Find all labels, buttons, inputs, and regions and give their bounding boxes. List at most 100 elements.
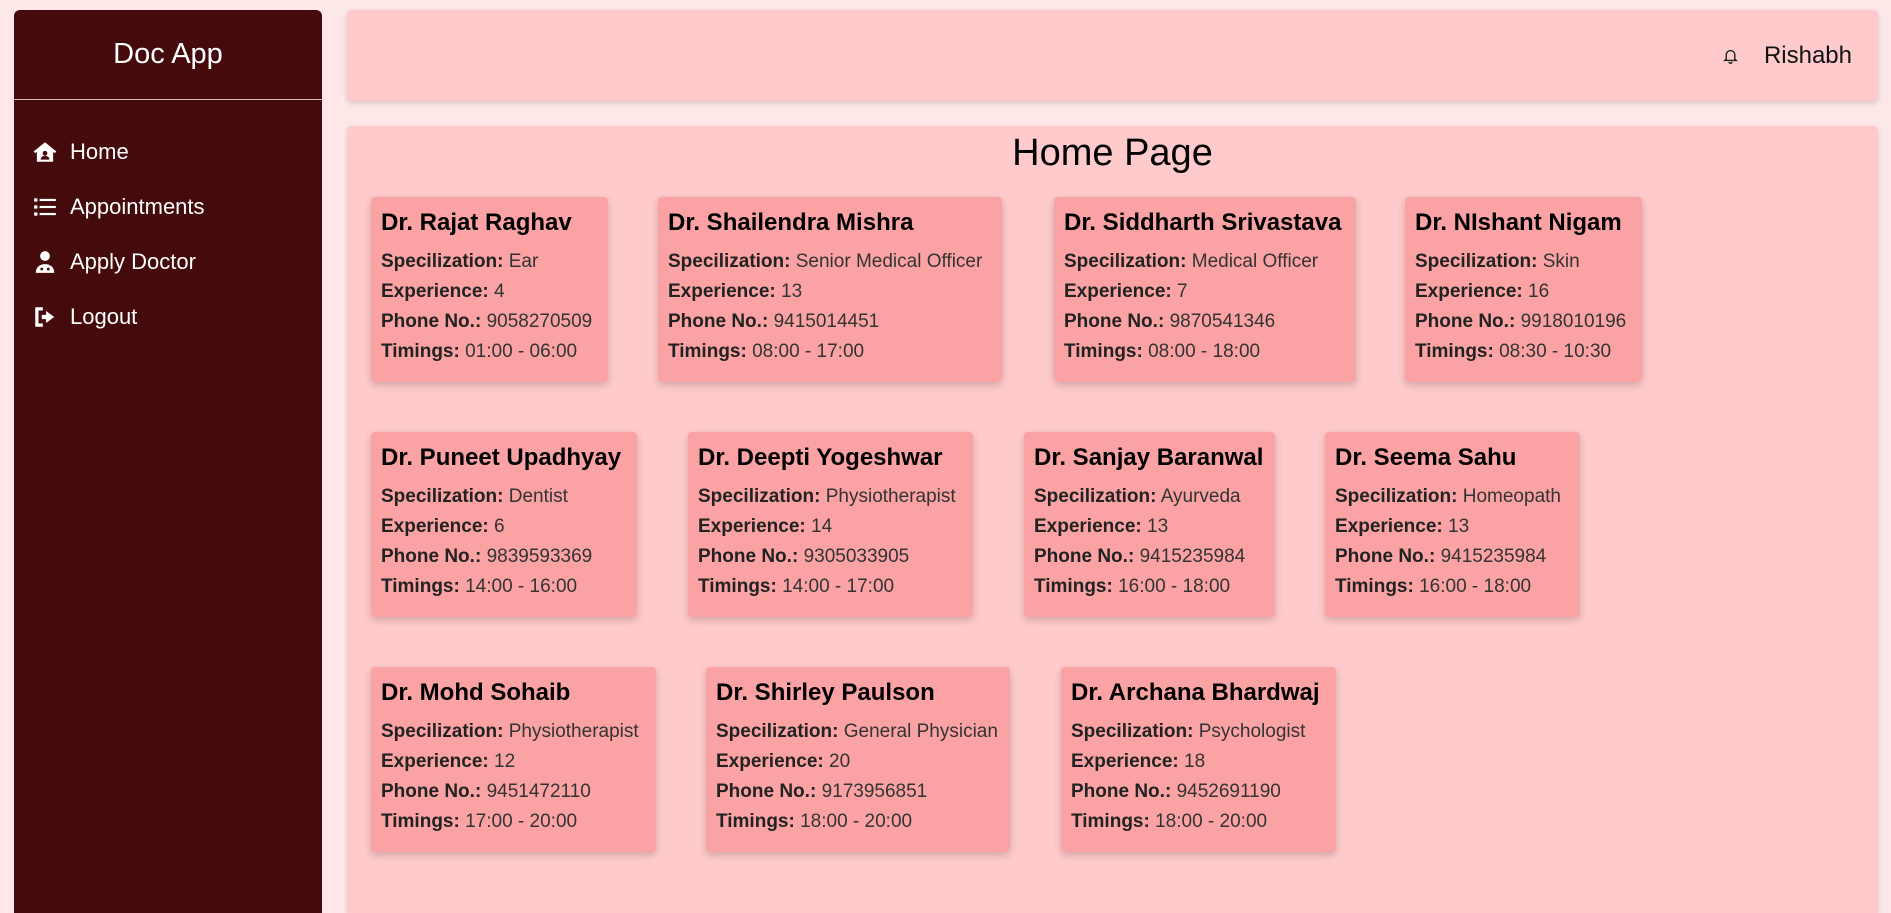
experience-value: 13	[781, 281, 803, 302]
phone-value: 9058270509	[486, 311, 593, 332]
doctor-name: Dr. Rajat Raghav	[381, 209, 572, 236]
experience-label: Experience:	[381, 516, 489, 537]
doctor-card[interactable]: Dr. Shailendra Mishra Specilization: Sen…	[658, 197, 1002, 382]
phone-label: Phone No.:	[381, 311, 482, 332]
timings-value: 16:00 - 18:00	[1419, 576, 1532, 597]
experience-row: Experience: 18	[1071, 747, 1326, 777]
experience-value: 13	[1448, 516, 1470, 537]
top-header: Rishabh	[347, 10, 1878, 101]
experience-label: Experience:	[1071, 751, 1179, 772]
specialization-row: Specilization: Medical Officer	[1064, 247, 1346, 277]
phone-row: Phone No.: 9451472110	[381, 777, 646, 807]
specialization-value: Senior Medical Officer	[795, 251, 983, 272]
timings-value: 14:00 - 17:00	[782, 576, 895, 597]
doctor-card[interactable]: Dr. Seema Sahu Specilization: Homeopath …	[1325, 432, 1580, 617]
sidebar-item-logout[interactable]: Logout	[14, 289, 322, 344]
bell-icon[interactable]	[1722, 45, 1742, 67]
experience-value: 13	[1147, 516, 1169, 537]
timings-value: 18:00 - 20:00	[1155, 811, 1268, 832]
specialization-label: Specilization:	[1335, 486, 1458, 507]
specialization-row: Specilization: Ear	[381, 247, 598, 277]
phone-value: 9451472110	[486, 781, 591, 802]
sidebar-item-apply-doctor[interactable]: Apply Doctor	[14, 234, 322, 289]
doctor-card[interactable]: Dr. Shirley Paulson Specilization: Gener…	[706, 667, 1010, 852]
timings-row: Timings: 14:00 - 17:00	[698, 572, 963, 602]
sidebar-item-label: Appointments	[70, 193, 205, 219]
phone-label: Phone No.:	[698, 546, 799, 567]
doctor-card[interactable]: Dr. Puneet Upadhyay Specilization: Denti…	[371, 432, 637, 617]
doctor-name: Dr. Shailendra Mishra	[668, 209, 914, 236]
doctor-card[interactable]: Dr. NIshant Nigam Specilization: Skin Ex…	[1405, 197, 1642, 382]
specialization-row: Specilization: Senior Medical Officer	[668, 247, 992, 277]
timings-value: 08:00 - 18:00	[1148, 341, 1261, 362]
specialization-value: General Physician	[843, 721, 998, 742]
experience-row: Experience: 20	[716, 747, 1000, 777]
experience-row: Experience: 14	[698, 512, 963, 542]
specialization-row: Specilization: Physiotherapist	[698, 482, 963, 512]
sidebar-item-home[interactable]: Home	[14, 124, 322, 179]
experience-row: Experience: 6	[381, 512, 627, 542]
timings-row: Timings: 14:00 - 16:00	[381, 572, 627, 602]
specialization-label: Specilization:	[1034, 486, 1157, 507]
sidebar-item-appointments[interactable]: Appointments	[14, 179, 322, 234]
home-icon	[32, 138, 64, 166]
experience-label: Experience:	[1335, 516, 1443, 537]
sidebar: Doc App Home Appointments Apply Doctor L…	[14, 10, 322, 913]
specialization-value: Homeopath	[1462, 486, 1561, 507]
phone-row: Phone No.: 9870541346	[1064, 307, 1346, 337]
phone-row: Phone No.: 9415014451	[668, 307, 992, 337]
doctor-card[interactable]: Dr. Mohd Sohaib Specilization: Physiothe…	[371, 667, 656, 852]
timings-label: Timings:	[716, 811, 795, 832]
experience-row: Experience: 16	[1415, 277, 1632, 307]
doctor-name: Dr. Mohd Sohaib	[381, 679, 571, 706]
phone-label: Phone No.:	[1034, 546, 1135, 567]
main-content: Home Page Dr. Rajat Raghav Specilization…	[347, 126, 1878, 913]
experience-value: 12	[494, 751, 516, 772]
timings-row: Timings: 01:00 - 06:00	[381, 337, 598, 367]
timings-value: 08:30 - 10:30	[1499, 341, 1612, 362]
experience-row: Experience: 4	[381, 277, 598, 307]
phone-value: 9870541346	[1169, 311, 1276, 332]
doctor-name: Dr. Archana Bhardwaj	[1071, 679, 1320, 706]
doctor-card[interactable]: Dr. Sanjay Baranwal Specilization: Ayurv…	[1024, 432, 1275, 617]
specialization-label: Specilization:	[381, 721, 504, 742]
timings-label: Timings:	[698, 576, 777, 597]
doctor-card[interactable]: Dr. Archana Bhardwaj Specilization: Psyc…	[1061, 667, 1336, 852]
phone-label: Phone No.:	[716, 781, 817, 802]
doctor-card[interactable]: Dr. Siddharth Srivastava Specilization: …	[1054, 197, 1356, 382]
timings-label: Timings:	[1415, 341, 1494, 362]
experience-value: 18	[1184, 751, 1206, 772]
timings-value: 17:00 - 20:00	[465, 811, 578, 832]
doctor-name: Dr. Sanjay Baranwal	[1034, 444, 1264, 471]
specialization-label: Specilization:	[716, 721, 839, 742]
phone-label: Phone No.:	[668, 311, 769, 332]
experience-value: 20	[829, 751, 851, 772]
phone-value: 9305033905	[803, 546, 910, 567]
experience-row: Experience: 13	[1034, 512, 1265, 542]
experience-label: Experience:	[381, 281, 489, 302]
doctor-name: Dr. Shirley Paulson	[716, 679, 935, 706]
experience-row: Experience: 7	[1064, 277, 1346, 307]
phone-value: 9839593369	[486, 546, 593, 567]
timings-label: Timings:	[381, 811, 460, 832]
phone-label: Phone No.:	[1071, 781, 1172, 802]
timings-label: Timings:	[1071, 811, 1150, 832]
phone-row: Phone No.: 9173956851	[716, 777, 1000, 807]
sidebar-item-label: Logout	[70, 303, 138, 329]
experience-label: Experience:	[1064, 281, 1172, 302]
user-doctor-icon	[32, 248, 64, 276]
page-title: Home Page	[1012, 132, 1213, 174]
experience-value: 6	[494, 516, 505, 537]
user-name[interactable]: Rishabh	[1764, 42, 1852, 70]
specialization-row: Specilization: Skin	[1415, 247, 1632, 277]
specialization-label: Specilization:	[1415, 251, 1538, 272]
experience-label: Experience:	[698, 516, 806, 537]
phone-row: Phone No.: 9918010196	[1415, 307, 1632, 337]
experience-label: Experience:	[1415, 281, 1523, 302]
timings-row: Timings: 16:00 - 18:00	[1335, 572, 1570, 602]
doctor-card[interactable]: Dr. Rajat Raghav Specilization: Ear Expe…	[371, 197, 608, 382]
experience-row: Experience: 13	[668, 277, 992, 307]
specialization-row: Specilization: Dentist	[381, 482, 627, 512]
doctor-card[interactable]: Dr. Deepti Yogeshwar Specilization: Phys…	[688, 432, 973, 617]
logout-icon	[32, 303, 64, 331]
